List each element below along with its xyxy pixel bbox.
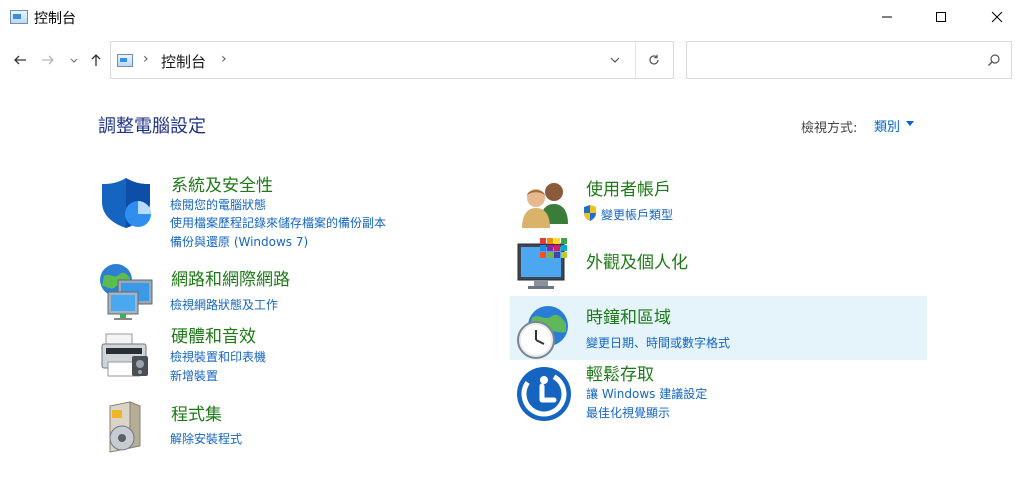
window-title: 控制台 xyxy=(34,11,76,27)
back-button[interactable] xyxy=(10,50,30,70)
category-user-accounts[interactable]: 使用者帳戶 xyxy=(586,175,671,200)
maximize-icon xyxy=(936,12,946,22)
link-optimize-visual-display[interactable]: 最佳化視覺顯示 xyxy=(586,404,670,421)
chevron-down-icon xyxy=(610,57,620,63)
minimize-button[interactable] xyxy=(864,0,910,34)
address-dropdown-button[interactable] xyxy=(605,51,625,69)
minimize-icon xyxy=(882,16,892,18)
link-backup-restore[interactable]: 備份與還原 (Windows 7) xyxy=(170,233,308,250)
view-by-dropdown[interactable]: 類別 xyxy=(874,116,900,135)
link-add-device[interactable]: 新增裝置 xyxy=(170,367,218,384)
category-clock-region[interactable]: 時鐘和區域 xyxy=(586,303,671,328)
printer-icon[interactable] xyxy=(98,326,158,386)
network-globe-icon[interactable] xyxy=(98,262,158,322)
close-icon xyxy=(991,11,1003,23)
breadcrumb-chevron-icon[interactable]: › xyxy=(221,51,227,67)
breadcrumb-control-panel[interactable]: 控制台 xyxy=(161,51,206,72)
shield-icon[interactable] xyxy=(98,172,158,232)
category-network[interactable]: 網路和網際網路 xyxy=(171,265,290,290)
arrow-up-icon xyxy=(91,54,101,66)
users-icon[interactable] xyxy=(514,174,574,234)
address-bar[interactable]: › 控制台 › xyxy=(110,41,674,79)
link-uninstall[interactable]: 解除安裝程式 xyxy=(170,430,242,447)
page-title: 調整電腦設定 xyxy=(98,116,206,137)
maximize-button[interactable] xyxy=(918,0,964,34)
search-box[interactable] xyxy=(686,41,1012,79)
refresh-button[interactable] xyxy=(643,51,665,69)
ease-of-access-icon[interactable] xyxy=(514,364,574,424)
caret-down-icon[interactable] xyxy=(906,121,914,126)
title-bar: 控制台 xyxy=(0,0,1024,34)
category-appearance[interactable]: 外觀及個人化 xyxy=(586,248,688,273)
clock-globe-icon[interactable] xyxy=(514,302,574,362)
link-change-account-type[interactable]: 變更帳戶類型 xyxy=(601,206,673,223)
category-programs[interactable]: 程式集 xyxy=(171,400,222,425)
appearance-monitor-icon[interactable] xyxy=(514,236,574,296)
divider xyxy=(635,42,636,78)
control-panel-icon xyxy=(10,10,28,24)
control-panel-icon xyxy=(117,54,133,67)
link-change-date-time-format[interactable]: 變更日期、時間或數字格式 xyxy=(586,334,730,351)
programs-icon[interactable] xyxy=(98,396,158,456)
recent-locations-button[interactable] xyxy=(64,50,84,70)
chevron-down-icon xyxy=(70,58,78,63)
arrow-right-icon xyxy=(42,55,54,65)
link-devices-printers[interactable]: 檢視裝置和印表機 xyxy=(170,348,266,365)
close-button[interactable] xyxy=(974,0,1020,34)
category-hardware-sound[interactable]: 硬體和音效 xyxy=(171,322,256,347)
category-system-security[interactable]: 系統及安全性 xyxy=(171,171,273,196)
up-button[interactable] xyxy=(86,50,106,70)
breadcrumb-chevron-icon[interactable]: › xyxy=(143,51,149,67)
category-ease-of-access[interactable]: 輕鬆存取 xyxy=(586,360,654,385)
uac-shield-icon xyxy=(584,205,596,221)
link-network-status[interactable]: 檢視網路狀態及工作 xyxy=(170,296,278,313)
forward-button[interactable] xyxy=(38,50,58,70)
link-file-history[interactable]: 使用檔案歷程記錄來儲存檔案的備份副本 xyxy=(170,214,386,231)
search-icon[interactable] xyxy=(987,53,1001,67)
refresh-icon xyxy=(649,54,659,65)
link-review-status[interactable]: 檢閱您的電腦狀態 xyxy=(170,196,266,213)
link-windows-suggest-settings[interactable]: 讓 Windows 建議設定 xyxy=(586,385,707,402)
view-by-label: 檢視方式: xyxy=(801,121,858,136)
arrow-left-icon xyxy=(14,55,26,65)
